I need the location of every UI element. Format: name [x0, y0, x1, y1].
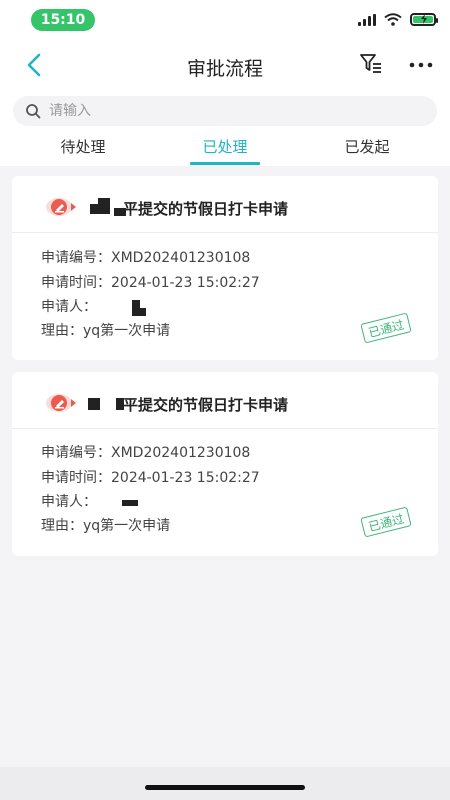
application-number-row: 申请编号：XMD202401230108	[41, 442, 250, 462]
status-time: 15:10	[31, 9, 95, 31]
application-number-value: XMD202401230108	[111, 250, 251, 266]
reason-label: 理由：	[41, 323, 83, 339]
redacted-applicant-mark	[132, 308, 146, 316]
search-icon	[26, 104, 41, 119]
applicant-label: 申请人：	[41, 494, 97, 510]
applicant-row: 申请人：	[41, 491, 97, 511]
card-header: 平提交的节假日打卡申请	[12, 372, 438, 429]
search-area	[0, 90, 450, 132]
approved-status-stamp: 已通过	[360, 506, 412, 538]
reason-value: yq第一次申请	[83, 323, 171, 339]
application-number-value: XMD202401230108	[111, 445, 251, 461]
approval-card[interactable]: 平提交的节假日打卡申请 申请编号：XMD202401230108 申请时间：20…	[12, 176, 438, 360]
applicant-row: 申请人：	[41, 296, 97, 316]
navbar: 审批流程	[0, 40, 450, 90]
reason-value: yq第一次申请	[83, 518, 171, 534]
reason-row: 理由：yq第一次申请	[41, 320, 170, 340]
application-time-value: 2024-01-23 15:02:27	[111, 470, 260, 486]
stamp-icon	[46, 198, 76, 216]
application-time-value: 2024-01-23 15:02:27	[111, 275, 260, 291]
redacted-applicant-mark	[122, 500, 138, 506]
application-time-label: 申请时间：	[41, 275, 111, 291]
application-number-label: 申请编号：	[41, 445, 111, 461]
application-number-row: 申请编号：XMD202401230108	[41, 247, 250, 267]
approval-card[interactable]: 平提交的节假日打卡申请 申请编号：XMD202401230108 申请时间：20…	[12, 372, 438, 556]
applicant-label: 申请人：	[41, 299, 97, 315]
reason-label: 理由：	[41, 518, 83, 534]
application-time-row: 申请时间：2024-01-23 15:02:27	[41, 467, 260, 487]
application-number-label: 申请编号：	[41, 250, 111, 266]
redacted-name-mark	[90, 204, 98, 214]
status-icons	[358, 13, 438, 26]
wifi-icon	[384, 13, 402, 26]
tab-processed[interactable]: 已处理	[175, 136, 275, 157]
card-title: 平提交的节假日打卡申请	[123, 396, 289, 414]
more-icon[interactable]	[408, 53, 434, 77]
search-box[interactable]	[13, 96, 437, 126]
filter-icon[interactable]	[358, 51, 384, 77]
battery-icon	[410, 13, 438, 26]
card-header: 平提交的节假日打卡申请	[12, 176, 438, 233]
application-time-label: 申请时间：	[41, 470, 111, 486]
redacted-name-mark	[88, 398, 100, 410]
tab-pending[interactable]: 待处理	[33, 136, 133, 157]
card-title: 平提交的节假日打卡申请	[123, 200, 289, 218]
application-time-row: 申请时间：2024-01-23 15:02:27	[41, 272, 260, 292]
approved-status-stamp: 已通过	[360, 312, 412, 344]
home-indicator[interactable]	[145, 785, 305, 790]
signal-icon	[358, 13, 376, 26]
stamp-icon	[46, 394, 76, 412]
tab-bar: 待处理 已处理 已发起	[0, 132, 450, 166]
redacted-applicant-mark	[132, 300, 140, 308]
tab-initiated[interactable]: 已发起	[317, 136, 417, 157]
reason-row: 理由：yq第一次申请	[41, 515, 170, 535]
status-bar: 15:10	[0, 0, 450, 40]
tab-active-indicator	[190, 162, 260, 165]
bottom-safe-area	[0, 767, 450, 800]
redacted-name-mark	[98, 198, 110, 214]
search-input[interactable]	[47, 102, 411, 120]
